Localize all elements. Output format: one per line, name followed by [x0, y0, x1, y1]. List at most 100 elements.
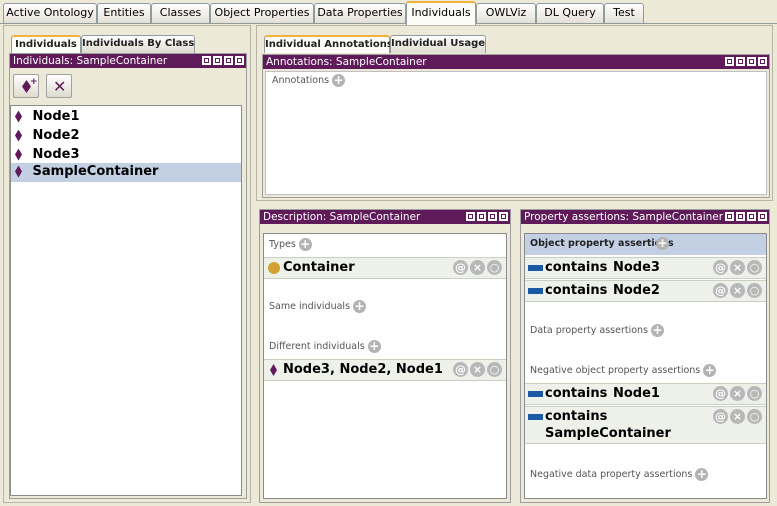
delete-icon[interactable]: ×: [730, 386, 745, 401]
object-assertion-row[interactable]: contains Node2 @ × ○: [525, 280, 766, 302]
negative-data-property-assertions-label: Negative data property assertions: [530, 469, 693, 480]
individual-icon: [270, 364, 277, 376]
close-icon[interactable]: [758, 57, 767, 66]
object-assertion-row[interactable]: contains Node3 @ × ○: [525, 257, 766, 279]
add-object-assertion-button[interactable]: +: [656, 237, 669, 250]
negative-object-assertion-row[interactable]: contains SampleContainer @ × ○: [525, 406, 766, 444]
row-actions: @ × ○: [713, 386, 762, 401]
close-icon[interactable]: [235, 56, 244, 65]
view-controls: [725, 212, 767, 222]
annotate-icon[interactable]: @: [713, 260, 728, 275]
type-row[interactable]: Container @ × ○: [264, 257, 506, 279]
delete-icon[interactable]: ×: [730, 260, 745, 275]
add-individual-button[interactable]: +: [13, 74, 39, 98]
assertion-value: SampleContainer: [545, 426, 671, 441]
list-item-selected[interactable]: SampleContainer: [11, 163, 241, 182]
edit-icon[interactable]: ○: [747, 283, 762, 298]
delete-icon[interactable]: ×: [470, 362, 485, 377]
object-property-assertions-header: Object property assertions +: [525, 234, 766, 255]
annotations-view-title: Annotations: SampleContainer: [266, 56, 427, 68]
subtab-individual-annotations[interactable]: Individual Annotations: [264, 35, 393, 53]
delete-individual-button[interactable]: ✕: [46, 74, 72, 98]
close-icon[interactable]: [758, 212, 767, 221]
assertion-property: contains: [545, 260, 608, 275]
view-controls: [202, 56, 244, 66]
add-different-individual-button[interactable]: +: [367, 340, 381, 353]
tab-object-properties[interactable]: Object Properties: [210, 3, 314, 23]
add-type-button[interactable]: +: [298, 238, 312, 251]
minimize-icon[interactable]: [213, 56, 222, 65]
delete-icon[interactable]: ×: [470, 260, 485, 275]
annotate-icon[interactable]: @: [453, 362, 468, 377]
same-individuals-section: Same individuals +: [269, 300, 367, 313]
individual-label: Node3: [32, 147, 80, 162]
individual-icon: [15, 165, 22, 178]
edit-icon[interactable]: ○: [487, 362, 502, 377]
add-data-assertion-button[interactable]: +: [651, 324, 665, 337]
assertion-property: contains: [545, 386, 608, 401]
class-icon: [268, 262, 280, 274]
annotate-icon[interactable]: @: [713, 409, 728, 424]
assertion-property: contains: [545, 283, 608, 298]
data-property-assertions-label: Data property assertions: [530, 325, 649, 336]
tab-entities[interactable]: Entities: [97, 3, 151, 23]
close-icon[interactable]: [499, 212, 508, 221]
delete-icon[interactable]: ×: [730, 283, 745, 298]
add-annotation-button[interactable]: +: [332, 74, 346, 87]
delete-icon[interactable]: ×: [730, 409, 745, 424]
annotate-icon[interactable]: @: [713, 283, 728, 298]
tab-owlviz[interactable]: OWLViz: [476, 3, 536, 23]
view-controls: [466, 212, 508, 222]
subtab-individuals-by-class[interactable]: Individuals By Class: [81, 35, 195, 53]
minimize-icon[interactable]: [736, 57, 745, 66]
list-item[interactable]: Node1: [13, 108, 241, 126]
tab-data-properties[interactable]: Data Properties: [314, 3, 406, 23]
different-individuals-value: Node3, Node2, Node1: [283, 362, 443, 377]
tab-active-ontology[interactable]: Active Ontology: [3, 3, 97, 23]
add-negative-data-assertion-button[interactable]: +: [695, 468, 709, 481]
pin-icon[interactable]: [202, 56, 211, 65]
tab-classes[interactable]: Classes: [151, 3, 210, 23]
annotate-icon[interactable]: @: [453, 260, 468, 275]
individual-label: Node1: [32, 109, 80, 124]
negative-object-assertion-row[interactable]: contains Node1 @ × ○: [525, 383, 766, 405]
pin-icon[interactable]: [725, 57, 734, 66]
different-individuals-section: Different individuals +: [269, 340, 381, 353]
row-actions: @ × ○: [453, 260, 502, 275]
object-property-icon: [528, 265, 543, 271]
tab-dl-query[interactable]: DL Query: [536, 3, 604, 23]
list-item[interactable]: Node3: [13, 146, 241, 164]
tab-individuals[interactable]: Individuals: [406, 1, 476, 25]
plus-icon: +: [30, 77, 38, 87]
list-item[interactable]: Node2: [13, 127, 241, 145]
left-area: Individuals Individuals By Class Individ…: [3, 25, 251, 503]
object-property-icon: [528, 288, 543, 294]
edit-icon[interactable]: ○: [487, 260, 502, 275]
add-negative-object-assertion-button[interactable]: +: [703, 364, 717, 377]
different-individuals-row[interactable]: Node3, Node2, Node1 @ × ○: [264, 359, 506, 381]
minimize-icon[interactable]: [477, 212, 486, 221]
maximize-icon[interactable]: [488, 212, 497, 221]
maximize-icon[interactable]: [747, 212, 756, 221]
individuals-list: Node1 Node2 Node3 SampleContainer: [10, 105, 242, 496]
main-tab-bar: Active Ontology Entities Classes Object …: [0, 0, 777, 25]
add-same-individual-button[interactable]: +: [353, 300, 367, 313]
property-assertions-view-title: Property assertions: SampleContainer: [524, 211, 724, 223]
delete-individual-icon: ✕: [53, 77, 67, 96]
annotations-section: Annotations +: [272, 74, 346, 87]
pin-icon[interactable]: [466, 212, 475, 221]
edit-icon[interactable]: ○: [747, 386, 762, 401]
edit-icon[interactable]: ○: [747, 409, 762, 424]
row-actions: @ × ○: [713, 260, 762, 275]
subtab-individual-usage[interactable]: Individual Usage: [390, 35, 486, 53]
minimize-icon[interactable]: [736, 212, 745, 221]
assertion-value: Node1: [613, 386, 660, 401]
subtab-individuals[interactable]: Individuals: [11, 35, 81, 53]
edit-icon[interactable]: ○: [747, 260, 762, 275]
maximize-icon[interactable]: [747, 57, 756, 66]
pin-icon[interactable]: [725, 212, 734, 221]
maximize-icon[interactable]: [224, 56, 233, 65]
types-section: Types +: [269, 238, 312, 251]
tab-test[interactable]: Test: [604, 3, 644, 23]
annotate-icon[interactable]: @: [713, 386, 728, 401]
